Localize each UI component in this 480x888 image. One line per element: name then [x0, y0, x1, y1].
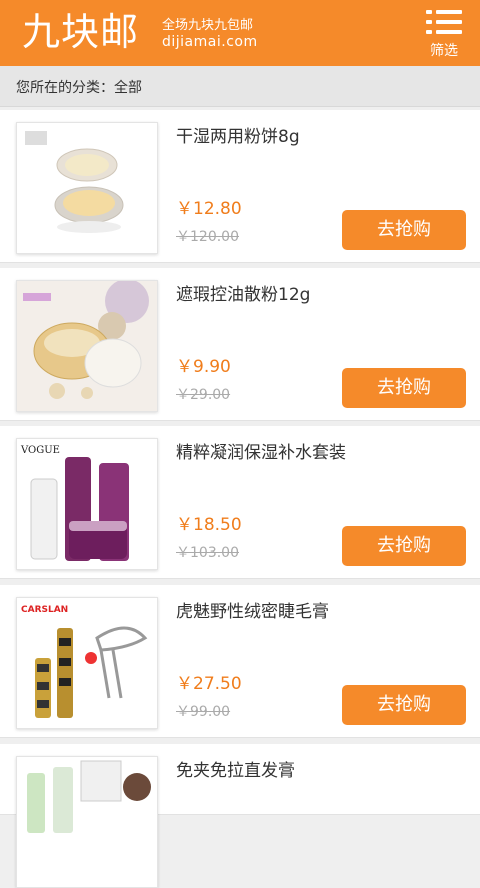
buy-button[interactable]: 去抢购 [342, 368, 466, 408]
product-original-price: ￥99.00 [176, 704, 231, 720]
product-original-price: ￥120.00 [176, 229, 239, 245]
product-item[interactable]: VOGUE 精粹凝润保湿补水套装 ￥18.50 ￥103.00 去抢购 [0, 426, 480, 579]
product-item[interactable]: 免夹免拉直发膏 [0, 744, 480, 888]
product-price: ￥18.50 [176, 515, 242, 535]
product-title[interactable]: 遮瑕控油散粉12g [176, 280, 310, 305]
product-image-skincare-set[interactable]: VOGUE [16, 438, 158, 570]
app-logo[interactable]: 九块邮 [22, 6, 139, 58]
app-header: 九块邮 全场九块九包邮 dijiamai.com 筛选 [0, 0, 480, 66]
buy-button[interactable]: 去抢购 [342, 526, 466, 566]
brand-logo-text: CARSLAN [21, 605, 68, 615]
product-original-price: ￥29.00 [176, 387, 231, 403]
category-label: 您所在的分类：全部 [16, 80, 142, 96]
product-item[interactable]: 干湿两用粉饼8g ￥12.80 ￥120.00 去抢购 [0, 110, 480, 263]
product-image-compact-powder[interactable] [16, 122, 158, 254]
product-price: ￥9.90 [176, 357, 231, 377]
product-title[interactable]: 虎魅野性绒密睫毛膏 [176, 597, 329, 622]
product-price: ￥12.80 [176, 199, 242, 219]
filter-button[interactable]: 筛选 [418, 6, 470, 62]
product-title[interactable]: 精粹凝润保湿补水套装 [176, 438, 346, 463]
product-price: ￥27.50 [176, 674, 242, 694]
product-item[interactable]: 遮瑕控油散粉12g ￥9.90 ￥29.00 去抢购 [0, 268, 480, 421]
product-title[interactable]: 干湿两用粉饼8g [176, 122, 300, 147]
product-image-loose-powder[interactable] [16, 280, 158, 412]
product-original-price: ￥103.00 [176, 545, 239, 561]
product-image-mascara[interactable]: CARSLAN [16, 597, 158, 729]
brand-logo-text: VOGUE [20, 445, 60, 456]
category-bar: 您所在的分类：全部 [0, 66, 480, 107]
product-title[interactable]: 免夹免拉直发膏 [176, 756, 295, 781]
filter-label: 筛选 [430, 43, 458, 59]
buy-button[interactable]: 去抢购 [342, 210, 466, 250]
buy-button[interactable]: 去抢购 [342, 685, 466, 725]
product-image-hair-cream[interactable] [16, 756, 158, 888]
product-item[interactable]: CARSLAN 虎魅野性绒密睫毛膏 ￥27.50 ￥99.00 去抢购 [0, 585, 480, 738]
app-domain: dijiamai.com [162, 34, 258, 50]
menu-icon [426, 10, 462, 36]
app-slogan: 全场九块九包邮 [162, 18, 254, 33]
